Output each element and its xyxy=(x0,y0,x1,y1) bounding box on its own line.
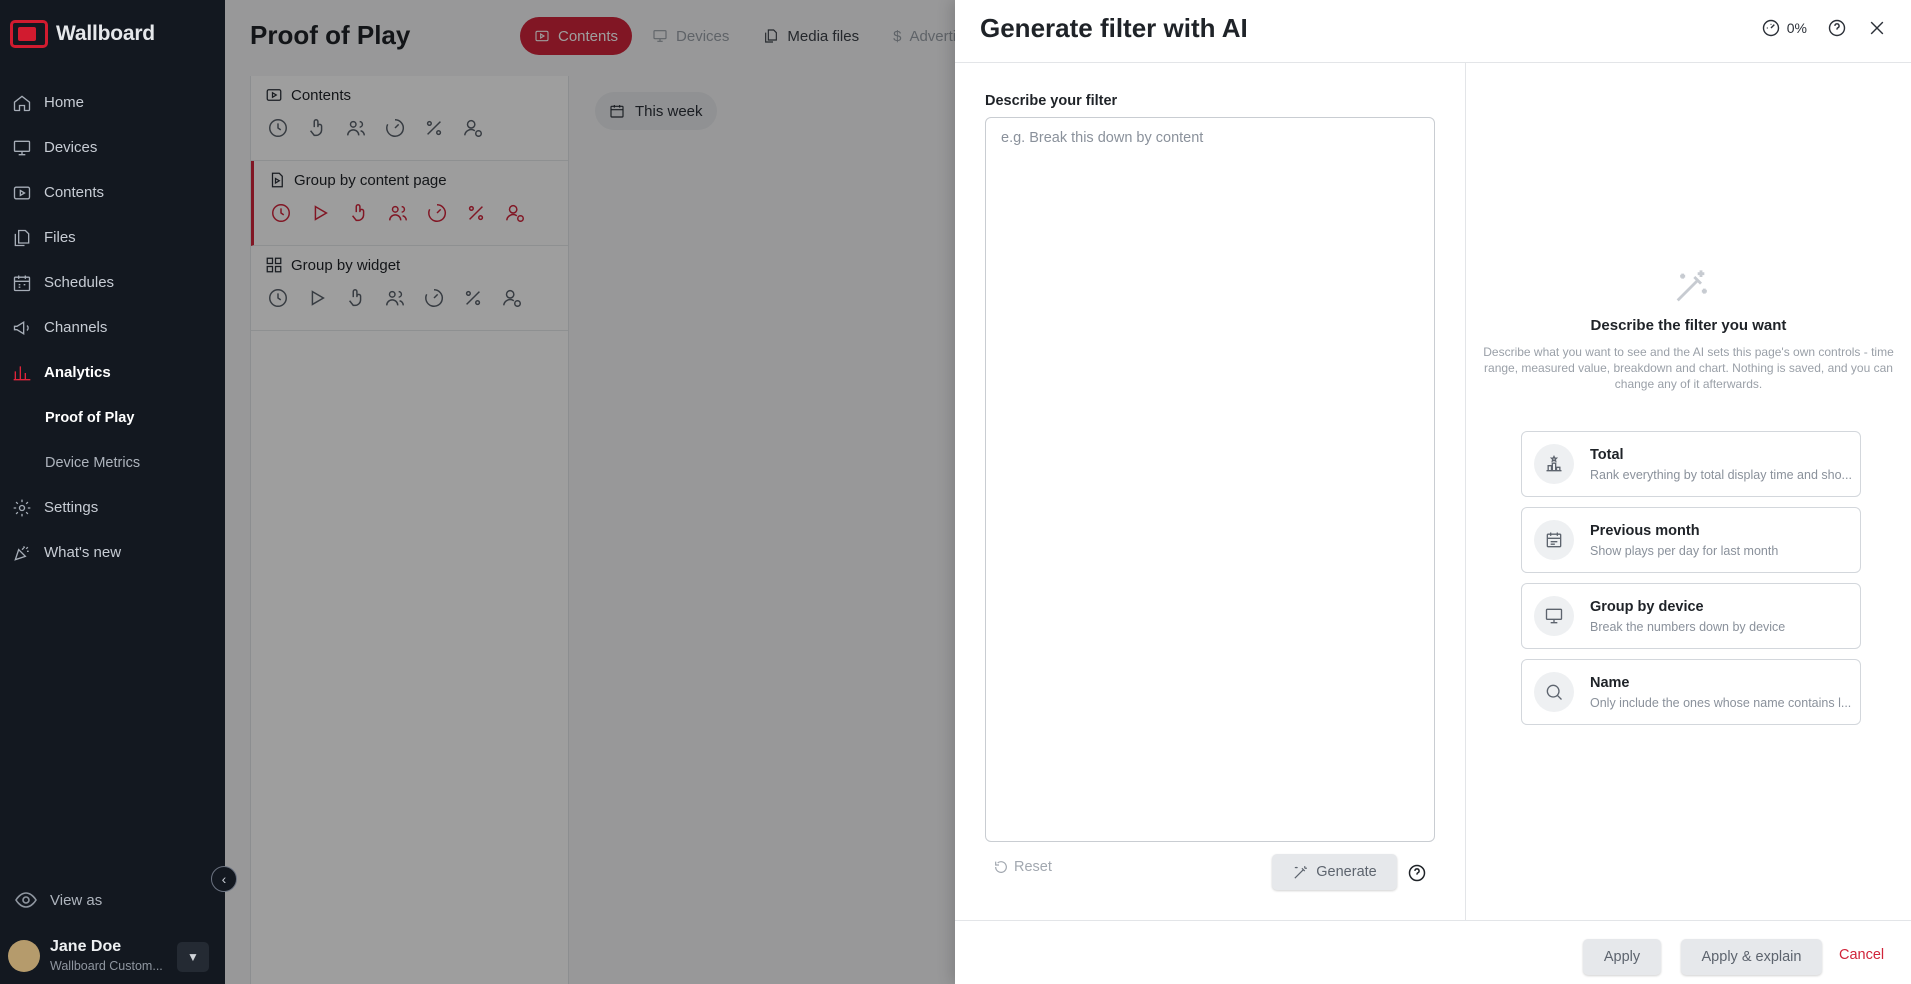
drawer-footer: Apply Apply & explain Cancel xyxy=(955,920,1911,984)
megaphone-icon xyxy=(10,316,34,340)
confetti-icon xyxy=(10,541,34,565)
sidebar-item-label: Channels xyxy=(44,319,108,336)
sidebar-item-label: Contents xyxy=(44,184,105,201)
suggestion-description: Only include the ones whose name contain… xyxy=(1590,695,1852,710)
sidebar-subitem-device-metrics[interactable]: Device Metrics xyxy=(0,440,225,485)
suggestion-title: Name xyxy=(1590,674,1630,691)
suggestions-column: Describe the filter you want Describe wh… xyxy=(1466,63,1911,920)
drawer-title: Generate filter with AI xyxy=(980,13,1248,43)
modal-backdrop[interactable] xyxy=(225,0,955,984)
view-as-button[interactable]: View as xyxy=(14,888,102,912)
filter-input-column: Describe your filter Reset Generate xyxy=(955,63,1466,920)
help-icon[interactable] xyxy=(1827,18,1847,38)
monitor-icon xyxy=(1534,596,1574,636)
filter-description-input[interactable] xyxy=(985,117,1435,842)
user-profile[interactable]: Jane Doe Wallboard Custom... xyxy=(8,938,163,973)
sidebar-item-label: Schedules xyxy=(44,274,115,291)
suggestion-title: Previous month xyxy=(1590,522,1700,539)
calendar-icon xyxy=(10,271,34,295)
monitor-icon xyxy=(10,136,34,160)
caret-down-icon: ▼ xyxy=(187,950,199,964)
generate-label: Generate xyxy=(1316,864,1377,880)
user-menu-button[interactable]: ▼ xyxy=(177,942,209,972)
suggestion-previous-month[interactable]: Previous month Show plays per day for la… xyxy=(1521,507,1861,573)
chart-icon xyxy=(10,361,34,385)
eye-icon xyxy=(15,892,37,908)
reset-button[interactable]: Reset xyxy=(993,859,1052,875)
usage-value: 0% xyxy=(1786,20,1807,36)
ai-filter-drawer: Generate filter with AI 0% Describe your… xyxy=(955,0,1911,984)
sidebar-item-label: Home xyxy=(44,94,85,111)
avatar xyxy=(8,939,40,972)
gear-icon xyxy=(10,496,34,520)
logo-text: Wallboard xyxy=(56,22,155,45)
suggestion-description: Rank everything by total display time an… xyxy=(1590,467,1852,482)
drawer-header: Generate filter with AI 0% xyxy=(955,0,1911,63)
suggestion-description: Break the numbers down by device xyxy=(1590,619,1786,634)
sidebar-item-label: What's new xyxy=(44,544,122,561)
sidebar-item-label: Settings xyxy=(44,499,99,516)
generate-button[interactable]: Generate xyxy=(1272,854,1397,890)
sidebar-item-channels[interactable]: Channels xyxy=(0,305,225,350)
magic-wand-icon xyxy=(1671,267,1711,312)
suggestion-list: Total Rank everything by total display t… xyxy=(1521,431,1861,735)
user-name: Jane Doe xyxy=(50,938,122,955)
search-icon xyxy=(1534,672,1574,712)
sidebar-nav: Home Devices Contents Files Schedules Ch… xyxy=(0,80,225,575)
filter-description-label: Describe your filter xyxy=(985,93,1118,109)
wallboard-logo[interactable]: Wallboard xyxy=(10,20,155,48)
calendar-icon xyxy=(1534,520,1574,560)
logo-icon xyxy=(10,20,48,48)
sidebar-item-settings[interactable]: Settings xyxy=(0,485,225,530)
user-org: Wallboard Custom... xyxy=(50,959,163,973)
home-icon xyxy=(10,91,34,115)
generate-help-icon[interactable] xyxy=(1407,863,1426,882)
sidebar-item-files[interactable]: Files xyxy=(0,215,225,260)
sidebar-item-label: Files xyxy=(44,229,76,246)
suggestion-name[interactable]: Name Only include the ones whose name co… xyxy=(1521,659,1861,725)
sidebar-item-contents[interactable]: Contents xyxy=(0,170,225,215)
suggestion-total[interactable]: Total Rank everything by total display t… xyxy=(1521,431,1861,497)
suggestion-description: Show plays per day for last month xyxy=(1590,543,1779,558)
magic-wand-icon xyxy=(1294,865,1308,879)
play-icon xyxy=(10,181,34,205)
sidebar-subitem-proof-of-play[interactable]: Proof of Play xyxy=(0,395,225,440)
suggestion-group-by-device[interactable]: Group by device Break the numbers down b… xyxy=(1521,583,1861,649)
sidebar-item-whats-new[interactable]: What's new xyxy=(0,530,225,575)
reset-label: Reset xyxy=(1014,859,1052,875)
sidebar-item-analytics[interactable]: Analytics xyxy=(0,350,225,395)
sidebar-item-devices[interactable]: Devices xyxy=(0,125,225,170)
close-icon[interactable] xyxy=(1867,18,1887,38)
apply-button[interactable]: Apply xyxy=(1583,939,1661,975)
gauge-icon xyxy=(1762,19,1779,37)
sidebar-item-label: Analytics xyxy=(44,364,111,381)
collapse-sidebar-button[interactable]: ‹ xyxy=(211,866,237,892)
sidebar: Wallboard Home Devices Contents Files Sc… xyxy=(0,0,225,984)
sidebar-item-home[interactable]: Home xyxy=(0,80,225,125)
sidebar-item-label: Devices xyxy=(44,139,98,156)
apply-and-explain-button[interactable]: Apply & explain xyxy=(1681,939,1822,975)
suggestion-title: Total xyxy=(1590,446,1624,463)
ai-usage-indicator[interactable]: 0% xyxy=(1761,18,1807,38)
suggestion-title: Group by device xyxy=(1590,598,1704,615)
chevron-left-icon: ‹ xyxy=(221,871,227,887)
empty-state-description: Describe what you want to see and the AI… xyxy=(1483,345,1894,391)
reset-icon xyxy=(995,861,1007,873)
ranking-icon xyxy=(1534,444,1574,484)
sidebar-item-schedules[interactable]: Schedules xyxy=(0,260,225,305)
files-icon xyxy=(10,226,34,250)
empty-state-title: Describe the filter you want xyxy=(1590,317,1787,334)
view-as-label: View as xyxy=(50,891,103,909)
cancel-button[interactable]: Cancel xyxy=(1839,947,1884,963)
